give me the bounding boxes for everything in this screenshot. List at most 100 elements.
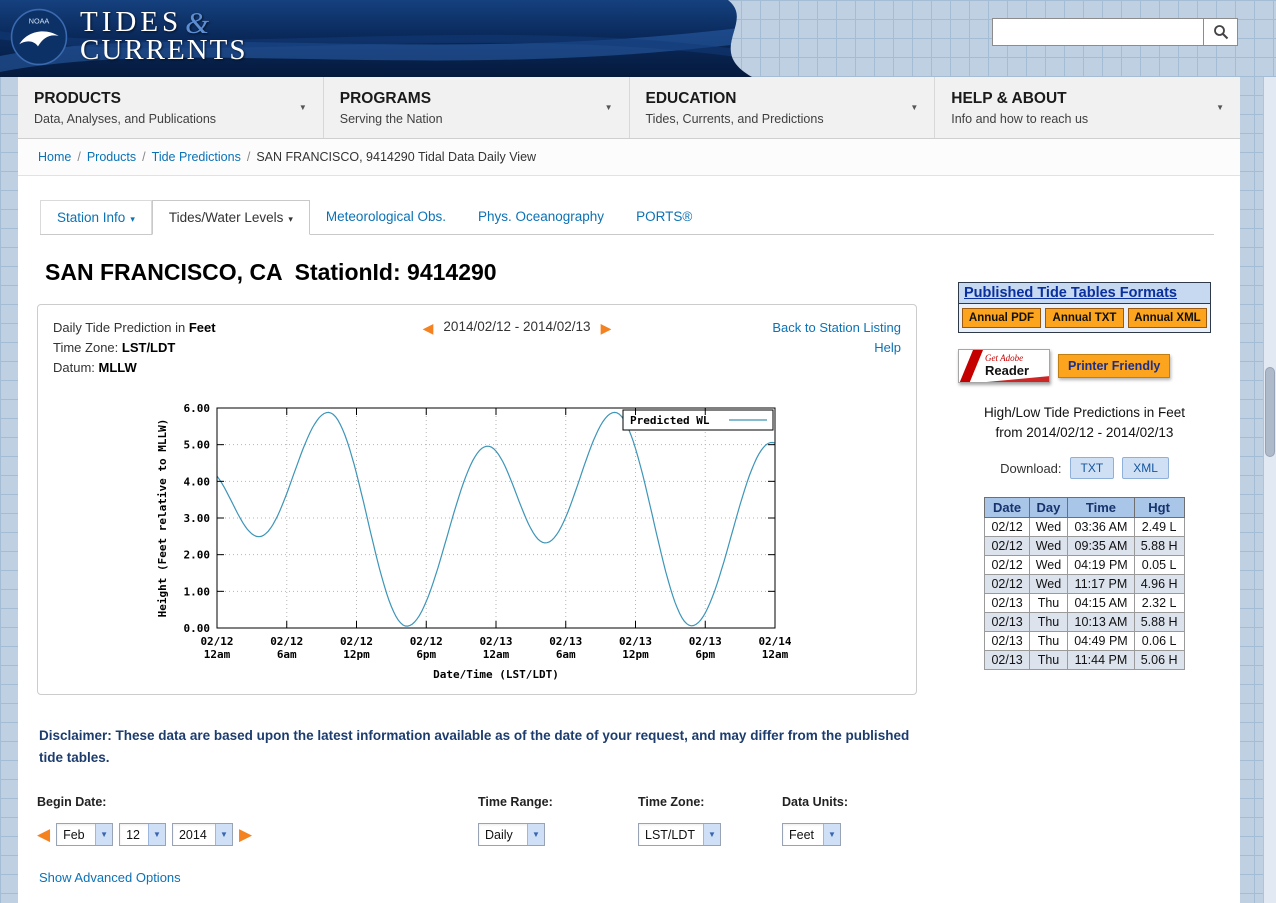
time-zone-value: LST/LDT [639, 824, 703, 845]
noaa-logo[interactable]: NOAA [10, 8, 68, 71]
svg-text:12pm: 12pm [622, 648, 649, 661]
chevron-down-icon: ▼ [527, 824, 544, 845]
help-link[interactable]: Help [726, 338, 901, 358]
svg-text:02/12: 02/12 [270, 635, 303, 648]
search-input[interactable] [992, 18, 1204, 46]
adobe-reader-badge[interactable]: Get Adobe Reader [958, 349, 1050, 383]
timezone-value: LST/LDT [122, 340, 175, 355]
month-select[interactable]: Feb ▼ [56, 823, 113, 846]
svg-text:02/13: 02/13 [549, 635, 582, 648]
col-header-time: Time [1068, 498, 1135, 518]
tab-label: Tides/Water Levels [169, 210, 284, 225]
svg-text:12pm: 12pm [343, 648, 370, 661]
brand-ampersand: & [185, 5, 213, 40]
svg-text:Height (Feet relative to MLLW): Height (Feet relative to MLLW) [156, 419, 169, 618]
tab-label: Station Info [57, 210, 125, 225]
cell-hgt: 2.32 L [1134, 594, 1184, 613]
chevron-down-icon: ▼ [605, 103, 613, 112]
adobe-line1: Get Adobe [985, 353, 1029, 363]
svg-text:4.00: 4.00 [184, 475, 211, 488]
tab-meteorological-obs[interactable]: Meteorological Obs. [310, 200, 462, 234]
cell-date: 02/13 [985, 651, 1029, 670]
cell-time: 11:44 PM [1068, 651, 1135, 670]
tab-tides-water-levels[interactable]: Tides/Water Levels▾ [152, 200, 310, 235]
breadcrumb-tide-predictions[interactable]: Tide Predictions [152, 150, 241, 164]
site-logo-title[interactable]: TIDES& CURRENTS [80, 3, 247, 67]
cell-date: 02/12 [985, 537, 1029, 556]
month-value: Feb [57, 824, 95, 845]
page-title: SAN FRANCISCO, CA StationId: 9414290 [45, 259, 935, 286]
cell-day: Thu [1029, 613, 1067, 632]
year-value: 2014 [173, 824, 215, 845]
time-range-value: Daily [479, 824, 527, 845]
day-value: 12 [120, 824, 148, 845]
highlow-predictions-caption: High/Low Tide Predictions in Feet from 2… [958, 403, 1211, 443]
year-select[interactable]: 2014 ▼ [172, 823, 233, 846]
published-tide-tables-title[interactable]: Published Tide Tables Formats [959, 283, 1210, 304]
tab-station-info[interactable]: Station Info▾ [40, 200, 152, 234]
datum-value: MLLW [99, 360, 137, 375]
tab-phys-oceanography[interactable]: Phys. Oceanography [462, 200, 620, 234]
printer-friendly-button[interactable]: Printer Friendly [1058, 354, 1170, 378]
vertical-scrollbar[interactable] [1263, 77, 1276, 903]
nav-item-programs[interactable]: PROGRAMS Serving the Nation ▼ [324, 77, 630, 138]
annual-txt-button[interactable]: Annual TXT [1045, 308, 1124, 328]
time-range-select[interactable]: Daily ▼ [478, 823, 545, 846]
tide-chart-panel: Daily Tide Prediction in Feet Time Zone:… [37, 304, 917, 695]
nav-item-subtitle: Tides, Currents, and Predictions [646, 112, 824, 126]
tab-ports[interactable]: PORTS® [620, 200, 708, 234]
back-to-station-listing-link[interactable]: Back to Station Listing [726, 318, 901, 338]
table-row: 02/13Thu04:15 AM2.32 L [985, 594, 1184, 613]
breadcrumb-products[interactable]: Products [87, 150, 136, 164]
main-nav: PRODUCTS Data, Analyses, and Publication… [18, 77, 1240, 139]
svg-text:02/12: 02/12 [340, 635, 373, 648]
tide-prediction-chart: Predicted WL0.001.002.003.004.005.006.00… [153, 392, 801, 686]
cell-time: 09:35 AM [1068, 537, 1135, 556]
sidebar: Published Tide Tables Formats Annual PDF… [958, 282, 1211, 670]
cell-day: Thu [1029, 632, 1067, 651]
annual-pdf-button[interactable]: Annual PDF [962, 308, 1041, 328]
prev-day-button[interactable]: ◀ [37, 826, 50, 844]
chevron-down-icon: ▼ [215, 824, 232, 845]
time-zone-select[interactable]: LST/LDT ▼ [638, 823, 721, 846]
nav-item-help-about[interactable]: HELP & ABOUT Info and how to reach us ▼ [935, 77, 1240, 138]
cell-time: 10:13 AM [1068, 613, 1135, 632]
nav-item-education[interactable]: EDUCATION Tides, Currents, and Predictio… [630, 77, 936, 138]
svg-text:6.00: 6.00 [184, 402, 211, 415]
scrollbar-thumb[interactable] [1265, 367, 1275, 457]
next-day-button[interactable]: ▶ [239, 826, 252, 844]
next-date-button[interactable]: ▶ [601, 319, 612, 337]
nav-item-products[interactable]: PRODUCTS Data, Analyses, and Publication… [18, 77, 324, 138]
table-row: 02/13Thu10:13 AM5.88 H [985, 613, 1184, 632]
download-txt-button[interactable]: TXT [1070, 457, 1115, 479]
svg-text:02/13: 02/13 [619, 635, 652, 648]
table-row: 02/12Wed03:36 AM2.49 L [985, 518, 1184, 537]
data-units-select[interactable]: Feet ▼ [782, 823, 841, 846]
content-area: PRODUCTS Data, Analyses, and Publication… [18, 77, 1240, 903]
col-header-date: Date [985, 498, 1029, 518]
breadcrumb: Home / Products / Tide Predictions / SAN… [18, 139, 1240, 176]
day-select[interactable]: 12 ▼ [119, 823, 166, 846]
chevron-down-icon: ▼ [95, 824, 112, 845]
cell-day: Wed [1029, 537, 1067, 556]
breadcrumb-home[interactable]: Home [38, 150, 71, 164]
annual-xml-button[interactable]: Annual XML [1128, 308, 1207, 328]
date-navigation: ◀ 2014/02/12 - 2014/02/13 ▶ [308, 318, 726, 378]
nav-item-subtitle: Info and how to reach us [951, 112, 1088, 126]
cell-hgt: 0.05 L [1134, 556, 1184, 575]
cell-day: Wed [1029, 556, 1067, 575]
svg-text:12am: 12am [483, 648, 510, 661]
svg-text:02/12: 02/12 [200, 635, 233, 648]
highlow-tide-table: Date Day Time Hgt 02/12Wed03:36 AM2.49 L… [984, 497, 1184, 670]
nav-item-title: PROGRAMS [340, 90, 443, 108]
search-button[interactable] [1204, 18, 1238, 46]
site-header: NOAA TIDES& CURRENTS [0, 0, 1276, 77]
download-xml-button[interactable]: XML [1122, 457, 1169, 479]
show-advanced-options-link[interactable]: Show Advanced Options [39, 870, 181, 885]
nav-item-title: EDUCATION [646, 90, 824, 108]
prev-date-button[interactable]: ◀ [423, 319, 434, 337]
brand-currents: CURRENTS [80, 34, 247, 67]
noaa-logo-text: NOAA [29, 17, 50, 26]
disclaimer-text: Disclaimer: These data are based upon th… [39, 725, 925, 769]
caption-line2: from 2014/02/12 - 2014/02/13 [958, 423, 1211, 443]
